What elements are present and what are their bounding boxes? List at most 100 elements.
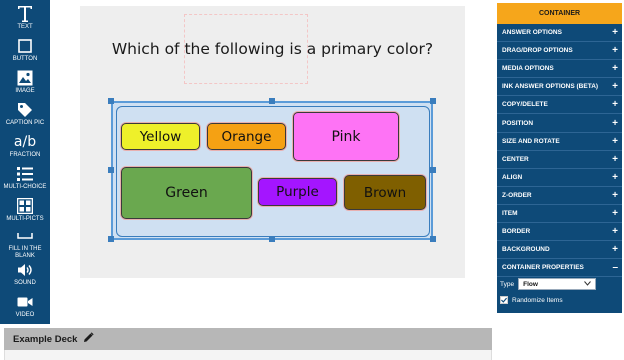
grid-icon [0, 196, 50, 216]
blank-line-icon [0, 226, 50, 246]
deck-title[interactable]: Example Deck [13, 334, 77, 345]
panel-section-container-properties[interactable]: CONTAINER PROPERTIES – [497, 259, 622, 278]
choice-orange[interactable]: Orange [207, 123, 286, 150]
tool-label: SOUND [14, 280, 36, 286]
panel-section-size-and-rotate[interactable]: SIZE AND ROTATE + [497, 133, 622, 151]
image-icon [0, 68, 50, 88]
expand-plus-icon[interactable]: + [612, 154, 618, 165]
panel-section-label: COPY/DELETE [502, 101, 548, 109]
panel-section-background[interactable]: BACKGROUND + [497, 241, 622, 260]
tool-label: VIDEO [15, 312, 35, 318]
panel-section-label: ANSWER OPTIONS [502, 29, 562, 36]
panel-section-label: MEDIA OPTIONS [502, 65, 554, 73]
tool-button[interactable]: BUTTON [0, 36, 50, 63]
expand-plus-icon[interactable]: + [612, 226, 618, 237]
panel-section-answer-options[interactable]: ANSWER OPTIONS + [497, 24, 622, 42]
speaker-icon [0, 260, 50, 280]
panel-section-border[interactable]: BORDER + [497, 223, 622, 242]
collapse-minus-icon[interactable]: – [612, 262, 618, 273]
tool-sound[interactable]: SOUND [0, 260, 50, 287]
choice-pink[interactable]: Pink [293, 112, 399, 161]
text-icon [0, 4, 50, 24]
panel-section-z-order[interactable]: Z-ORDER + [497, 187, 622, 205]
resize-handle[interactable] [108, 236, 114, 242]
tool-label: MULTI-CHOICE [3, 184, 47, 190]
expand-plus-icon[interactable]: + [612, 244, 618, 255]
tool-image[interactable]: IMAGE [0, 68, 50, 95]
type-value: Flow [523, 280, 538, 288]
panel-section-label: ALIGN [502, 173, 523, 181]
randomize-checkbox[interactable] [500, 296, 508, 304]
resize-handle[interactable] [430, 167, 436, 173]
resize-handle[interactable] [430, 236, 436, 242]
panel-section-media-options[interactable]: MEDIA OPTIONS + [497, 60, 622, 79]
resize-handle[interactable] [269, 98, 275, 104]
panel-section-item[interactable]: ITEM + [497, 205, 622, 223]
panel-section-label: CONTAINER PROPERTIES [502, 264, 584, 272]
expand-plus-icon[interactable]: + [612, 136, 618, 147]
choice-brown[interactable]: Brown [344, 175, 426, 210]
type-select[interactable]: Flow [518, 278, 597, 290]
list-icon [0, 164, 50, 184]
tool-label: FILL IN THE BLANK [8, 246, 42, 259]
chevron-down-icon [584, 280, 591, 288]
type-row: Type Flow [500, 278, 597, 290]
button-square-icon [0, 36, 50, 56]
tool-label: CAPTION PIC [5, 120, 45, 126]
expand-plus-icon[interactable]: + [612, 99, 618, 110]
panel-section-label: SIZE AND ROTATE [502, 137, 560, 145]
resize-handle[interactable] [108, 98, 114, 104]
tool-text[interactable]: TEXT [0, 4, 50, 31]
panel-section-ink-answer-options-beta[interactable]: INK ANSWER OPTIONS (BETA) + [497, 78, 622, 97]
panel-section-drag-drop-options[interactable]: DRAG/DROP OPTIONS + [497, 42, 622, 61]
panel-section-label: BACKGROUND [502, 246, 550, 254]
expand-plus-icon[interactable]: + [612, 27, 618, 38]
panel-title: CONTAINER [497, 3, 622, 24]
panel-section-label: DRAG/DROP OPTIONS [502, 47, 573, 55]
choice-green[interactable]: Green [121, 167, 252, 219]
panel-section-label: ITEM [502, 210, 518, 217]
type-label: Type [500, 280, 515, 288]
deck-content-area [4, 350, 492, 360]
expand-plus-icon[interactable]: + [612, 190, 618, 201]
randomize-row[interactable]: Randomize Items [500, 296, 563, 304]
panel-section-label: INK ANSWER OPTIONS (BETA) [502, 83, 599, 91]
tool-multi-picts[interactable]: MULTI-PICTS [0, 196, 50, 223]
deck-bar: Example Deck [4, 328, 492, 350]
panel-section-label: POSITION [502, 119, 534, 127]
expand-plus-icon[interactable]: + [612, 172, 618, 183]
tool-multi-choice[interactable]: MULTI-CHOICE [0, 164, 50, 191]
tool-label: TEXT [17, 24, 33, 30]
choice-purple[interactable]: Purple [258, 178, 337, 206]
tool-video[interactable]: VIDEO [0, 292, 50, 319]
editor-root: TEXT BUTTON IMAGE CAPTION PIC a/b FRACTI… [0, 0, 624, 360]
tool-fraction[interactable]: a/b FRACTION [0, 132, 50, 159]
resize-handle[interactable] [269, 236, 275, 242]
tool-fill-in-the-blank[interactable]: FILL IN THE BLANK [0, 226, 50, 260]
resize-handle[interactable] [430, 98, 436, 104]
insert-toolbar: TEXT BUTTON IMAGE CAPTION PIC a/b FRACTI… [0, 0, 50, 324]
expand-plus-icon[interactable]: + [612, 118, 618, 129]
panel-section-label: CENTER [502, 155, 529, 163]
fraction-icon: a/b [13, 134, 37, 150]
pencil-icon[interactable] [83, 332, 95, 346]
choice-yellow[interactable]: Yellow [121, 123, 200, 150]
tool-label: IMAGE [15, 88, 35, 94]
tool-label: MULTI-PICTS [6, 216, 44, 222]
panel-section-copy-delete[interactable]: COPY/DELETE + [497, 96, 622, 115]
randomize-label: Randomize Items [512, 296, 563, 304]
expand-plus-icon[interactable]: + [612, 63, 618, 74]
expand-plus-icon[interactable]: + [612, 81, 618, 92]
tag-icon [0, 100, 50, 120]
panel-section-align[interactable]: ALIGN + [497, 169, 622, 187]
panel-section-label: BORDER [502, 228, 531, 236]
expand-plus-icon[interactable]: + [612, 45, 618, 56]
panel-section-position[interactable]: POSITION + [497, 115, 622, 133]
tool-label: BUTTON [12, 56, 38, 62]
expand-plus-icon[interactable]: + [612, 208, 618, 219]
panel-section-label: Z-ORDER [502, 191, 532, 199]
question-text[interactable]: Which of the following is a primary colo… [80, 40, 465, 58]
tool-caption-pic[interactable]: CAPTION PIC [0, 100, 50, 127]
resize-handle[interactable] [108, 167, 114, 173]
panel-section-center[interactable]: CENTER + [497, 151, 622, 169]
